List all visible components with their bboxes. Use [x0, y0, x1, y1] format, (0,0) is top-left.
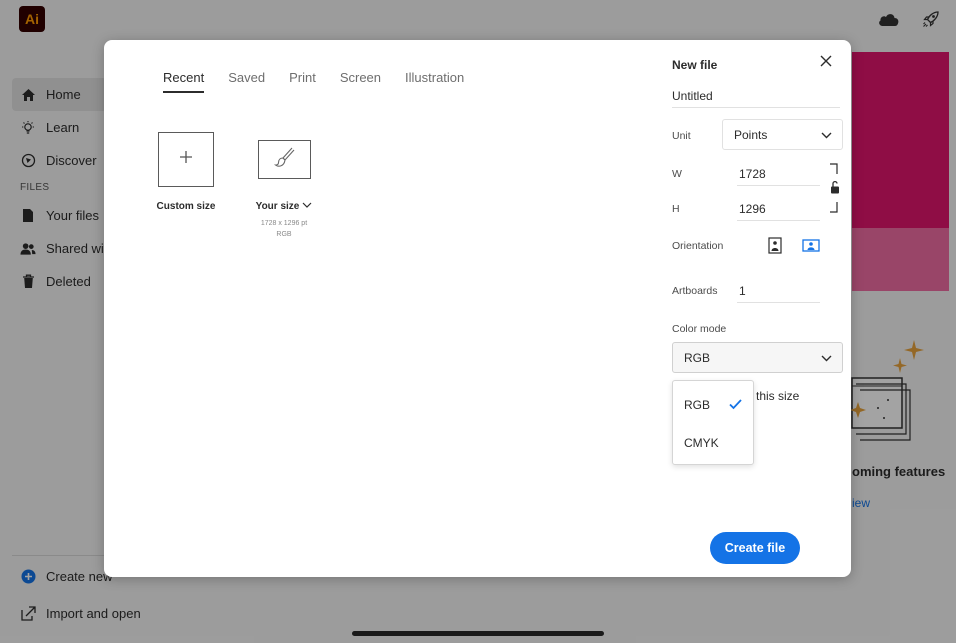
unit-select[interactable]: Points	[722, 119, 843, 150]
landscape-icon	[802, 238, 820, 252]
save-size-text: this size	[756, 389, 800, 403]
your-size-preset[interactable]: Your size 1728 x 1296 pt RGB	[229, 132, 339, 240]
lock-icon	[830, 163, 839, 213]
tab-print[interactable]: Print	[289, 70, 316, 93]
panel-title: New file	[672, 58, 718, 72]
your-size-meta: 1728 x 1296 pt RGB	[229, 218, 339, 240]
file-name-input[interactable]	[672, 84, 840, 108]
new-file-dialog: Recent Saved Print Screen Illustration C…	[104, 40, 851, 577]
brush-icon	[273, 146, 295, 173]
home-indicator	[352, 631, 604, 636]
your-size-text: Your size	[255, 201, 300, 212]
orientation-label: Orientation	[672, 240, 724, 252]
portrait-icon	[768, 236, 782, 254]
tab-illustration[interactable]: Illustration	[405, 70, 464, 93]
width-label: W	[672, 168, 682, 180]
custom-size-thumbnail[interactable]	[158, 132, 214, 187]
color-mode-dropdown: RGB CMYK	[672, 380, 754, 465]
create-file-button[interactable]: Create file	[710, 532, 800, 564]
unit-label: Unit	[672, 130, 691, 142]
your-size-thumbnail[interactable]	[257, 140, 311, 179]
height-input[interactable]	[737, 197, 820, 221]
color-mode-value: RGB	[684, 350, 711, 365]
color-mode-label: Color mode	[672, 323, 727, 335]
chevron-down-icon	[821, 351, 832, 365]
preset-tabs: Recent Saved Print Screen Illustration	[163, 70, 464, 93]
color-mode-option-rgb[interactable]: RGB	[684, 398, 710, 412]
your-size-color-mode: RGB	[276, 231, 292, 238]
color-mode-select[interactable]: RGB	[672, 342, 843, 373]
chevron-down-icon	[302, 201, 312, 212]
tab-saved[interactable]: Saved	[228, 70, 265, 93]
artboards-label: Artboards	[672, 285, 718, 297]
width-input[interactable]	[737, 162, 820, 186]
new-file-settings-panel: New file Unit Points W H Orientat	[672, 40, 851, 577]
plus-icon	[179, 150, 193, 169]
landscape-button[interactable]	[800, 236, 822, 254]
your-size-dimensions: 1728 x 1296 pt	[260, 220, 308, 227]
custom-size-text: Custom size	[156, 201, 216, 212]
tab-screen[interactable]: Screen	[340, 70, 381, 93]
custom-size-label: Custom size	[131, 201, 241, 212]
unit-value: Points	[734, 127, 768, 142]
artboards-input[interactable]	[737, 279, 820, 303]
your-size-label[interactable]: Your size	[229, 201, 339, 212]
height-label: H	[672, 203, 680, 215]
close-icon	[820, 54, 832, 72]
custom-size-preset[interactable]: Custom size	[131, 132, 241, 212]
chevron-down-icon	[821, 128, 832, 142]
portrait-button[interactable]	[766, 236, 784, 254]
tab-recent[interactable]: Recent	[163, 70, 205, 93]
close-button[interactable]	[818, 55, 834, 71]
color-mode-option-cmyk[interactable]: CMYK	[684, 436, 719, 450]
checkmark-icon	[729, 397, 742, 415]
constrain-proportions-toggle[interactable]	[826, 162, 840, 214]
